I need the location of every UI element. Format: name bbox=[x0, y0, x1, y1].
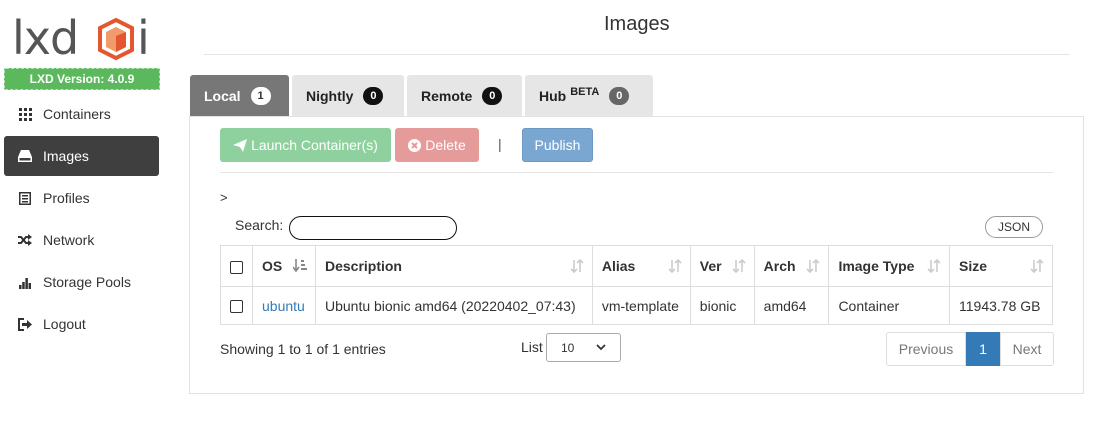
hdd-icon bbox=[18, 149, 32, 163]
tab-label: Hub bbox=[539, 88, 567, 104]
select-all-cell bbox=[220, 245, 253, 287]
cell-arch: amd64 bbox=[753, 286, 830, 325]
bars-icon bbox=[18, 275, 32, 289]
page-length-select[interactable]: 10 bbox=[546, 333, 621, 362]
json-button[interactable]: JSON bbox=[985, 216, 1043, 238]
sort-icon bbox=[668, 258, 682, 276]
table-header-row: OS Description Alias Ver Arch Image Type… bbox=[220, 245, 1053, 287]
next-page-button[interactable]: Next bbox=[1000, 332, 1054, 366]
column-header-arch[interactable]: Arch bbox=[753, 245, 830, 287]
os-link[interactable]: ubuntu bbox=[262, 298, 305, 314]
sidebar-item-containers[interactable]: Containers bbox=[4, 94, 159, 134]
column-header-size[interactable]: Size bbox=[949, 245, 1053, 287]
sidebar-item-label: Network bbox=[43, 232, 95, 248]
sidebar-item-network[interactable]: Network bbox=[4, 220, 159, 260]
title-divider bbox=[204, 54, 1070, 55]
sidebar-item-logout[interactable]: Logout bbox=[4, 304, 159, 344]
column-header-description[interactable]: Description bbox=[314, 245, 593, 287]
publish-button[interactable]: Publish bbox=[522, 128, 593, 162]
tab-count-badge: 0 bbox=[609, 87, 630, 105]
tab-label: Remote bbox=[421, 88, 473, 104]
column-label: Arch bbox=[763, 258, 796, 274]
column-label: Image Type bbox=[838, 258, 915, 274]
list-icon bbox=[18, 191, 32, 205]
sign-out-icon bbox=[18, 317, 32, 331]
sidebar-item-label: Profiles bbox=[43, 190, 90, 206]
pagination: Previous 1 Next bbox=[886, 332, 1054, 366]
sidebar-nav: Containers Images Profiles Network Stora… bbox=[4, 94, 159, 346]
cell-ver: bionic bbox=[689, 286, 755, 325]
row-select-cell bbox=[220, 286, 253, 325]
cell-image-type: Container bbox=[828, 286, 950, 325]
column-label: Alias bbox=[601, 258, 636, 274]
breadcrumb: > bbox=[220, 190, 228, 205]
row-checkbox[interactable] bbox=[230, 300, 243, 314]
sidebar-item-profiles[interactable]: Profiles bbox=[4, 178, 159, 218]
tab-remote[interactable]: Remote 0 bbox=[407, 75, 522, 117]
column-label: Size bbox=[959, 258, 988, 274]
toolbar-separator: | bbox=[498, 136, 502, 152]
search-label: Search: bbox=[235, 217, 284, 233]
table-row[interactable]: ubuntu Ubuntu bionic amd64 (20220402_07:… bbox=[220, 286, 1053, 325]
sidebar-item-storage-pools[interactable]: Storage Pools bbox=[4, 262, 159, 302]
paper-plane-icon bbox=[233, 138, 248, 152]
sidebar-item-label: Images bbox=[43, 148, 89, 164]
svg-text:i: i bbox=[137, 11, 150, 65]
select-all-checkbox[interactable] bbox=[230, 260, 243, 274]
sort-icon bbox=[806, 258, 821, 276]
sort-icon bbox=[927, 258, 941, 276]
sort-icon bbox=[732, 258, 746, 276]
tab-hub[interactable]: Hub BETA 0 bbox=[525, 75, 653, 117]
lxdui-logo: lxd i bbox=[12, 8, 154, 66]
column-label: OS bbox=[262, 258, 283, 274]
column-label: Description bbox=[324, 258, 402, 274]
page-length-value: 10 bbox=[561, 340, 575, 355]
tab-local[interactable]: Local 1 bbox=[190, 75, 289, 117]
launch-containers-button[interactable]: Launch Container(s) bbox=[220, 128, 391, 162]
toolbar-divider bbox=[220, 172, 1053, 173]
delete-button[interactable]: Delete bbox=[395, 128, 479, 162]
shuffle-icon bbox=[18, 233, 32, 247]
page-button-current[interactable]: 1 bbox=[966, 332, 1000, 366]
tab-label: Nightly bbox=[306, 88, 354, 104]
svg-text:lxd: lxd bbox=[12, 11, 78, 65]
grid-icon bbox=[18, 107, 32, 121]
sidebar-item-label: Containers bbox=[43, 106, 111, 122]
tab-nightly[interactable]: Nightly 0 bbox=[292, 75, 404, 117]
column-header-os[interactable]: OS bbox=[252, 245, 316, 287]
sort-icon bbox=[570, 258, 584, 276]
page-length-label: List bbox=[521, 339, 543, 355]
column-header-alias[interactable]: Alias bbox=[591, 245, 691, 287]
cell-alias: vm-template bbox=[591, 286, 691, 325]
tab-count-badge: 0 bbox=[363, 87, 384, 105]
delete-label: Delete bbox=[425, 137, 466, 153]
sidebar: lxd i LXD Version: 4.0.9 Containers Imag… bbox=[0, 0, 163, 421]
cell-size: 11943.78 GB bbox=[949, 286, 1053, 325]
launch-label: Launch Container(s) bbox=[251, 137, 378, 153]
times-circle-icon bbox=[408, 138, 422, 152]
column-label: Ver bbox=[699, 258, 722, 274]
sort-asc-icon bbox=[292, 259, 307, 276]
sidebar-item-label: Storage Pools bbox=[43, 274, 131, 290]
tab-count-badge: 1 bbox=[250, 87, 271, 105]
column-header-image-type[interactable]: Image Type bbox=[828, 245, 950, 287]
cell-description: Ubuntu bionic amd64 (20220402_07:43) bbox=[314, 286, 593, 325]
beta-label: BETA bbox=[570, 86, 600, 98]
previous-page-button[interactable]: Previous bbox=[886, 332, 966, 366]
chevron-down-icon bbox=[596, 344, 606, 351]
search-input[interactable] bbox=[289, 216, 457, 240]
column-header-ver[interactable]: Ver bbox=[689, 245, 755, 287]
sort-icon bbox=[1030, 258, 1044, 276]
images-table: OS Description Alias Ver Arch Image Type… bbox=[220, 245, 1053, 325]
table-info: Showing 1 to 1 of 1 entries bbox=[220, 341, 386, 357]
tab-count-badge: 0 bbox=[482, 87, 503, 105]
lxd-version-badge: LXD Version: 4.0.9 bbox=[4, 68, 160, 90]
sidebar-item-label: Logout bbox=[43, 316, 86, 332]
tab-label: Local bbox=[204, 88, 241, 104]
sidebar-item-images[interactable]: Images bbox=[4, 136, 159, 176]
image-source-tabs: Local 1 Nightly 0 Remote 0 Hub BETA 0 bbox=[190, 75, 656, 117]
page-title: Images bbox=[604, 13, 670, 35]
cell-os: ubuntu bbox=[252, 286, 316, 325]
